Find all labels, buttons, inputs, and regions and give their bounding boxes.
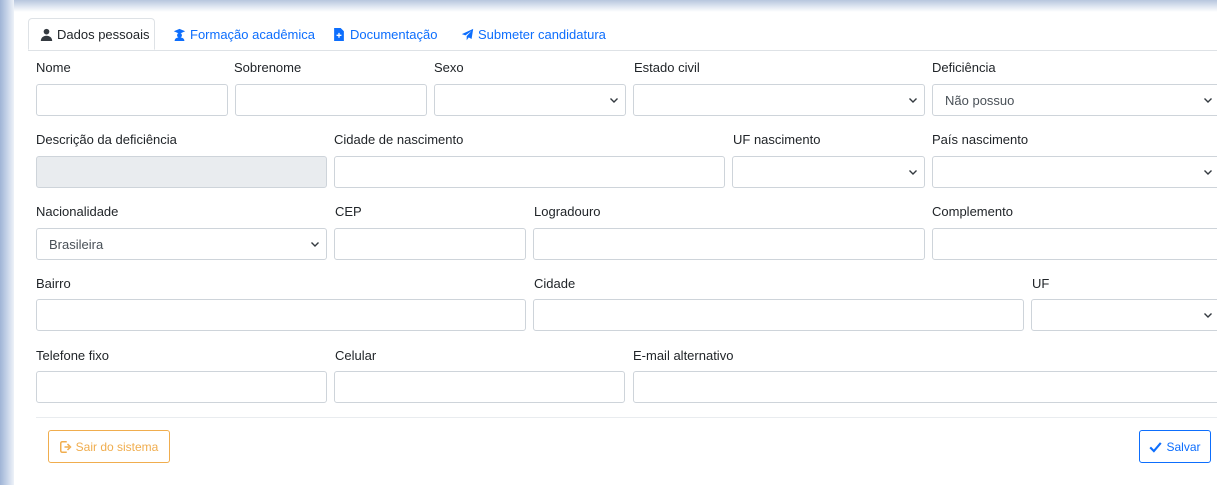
chevron-down-icon xyxy=(1204,170,1212,175)
tab-label: Dados pessoais xyxy=(57,26,150,42)
tab-bar: Dados pessoais Formação acadêmica Docume… xyxy=(28,18,1217,51)
salvar-button[interactable]: Salvar xyxy=(1139,430,1211,463)
cidade-nascimento-field[interactable] xyxy=(334,156,725,188)
cidade-nascimento-label: Cidade de nascimento xyxy=(334,132,464,147)
tab-dados-pessoais[interactable]: Dados pessoais xyxy=(28,18,155,50)
deficiencia-value: Não possuo xyxy=(945,92,1015,108)
tab-label: Submeter candidatura xyxy=(478,26,606,42)
estado-civil-select[interactable] xyxy=(633,84,925,116)
window-frame-left xyxy=(0,0,14,485)
email-alternativo-label: E-mail alternativo xyxy=(633,348,734,363)
candidate-form-page: Dados pessoais Formação acadêmica Docume… xyxy=(24,14,1217,485)
cep-field[interactable] xyxy=(334,228,526,260)
telefone-fixo-label: Telefone fixo xyxy=(36,348,109,363)
chevron-down-icon xyxy=(1204,98,1212,103)
tab-formacao-academica[interactable]: Formação acadêmica xyxy=(172,18,315,50)
sobrenome-field[interactable] xyxy=(235,84,427,116)
uf-nascimento-label: UF nascimento xyxy=(733,132,821,147)
pais-nascimento-label: País nascimento xyxy=(932,132,1029,147)
chevron-down-icon xyxy=(909,170,917,175)
tab-label: Formação acadêmica xyxy=(190,26,315,42)
sair-button-label: Sair do sistema xyxy=(75,439,159,454)
bairro-label: Bairro xyxy=(36,276,71,291)
sexo-select[interactable] xyxy=(434,84,626,116)
nome-label: Nome xyxy=(36,60,71,75)
tab-documentacao[interactable]: Documentação xyxy=(332,18,437,50)
celular-label: Celular xyxy=(335,348,377,363)
descricao-deficiencia-label: Descrição da deficiência xyxy=(36,132,177,147)
estado-civil-label: Estado civil xyxy=(634,60,700,75)
salvar-button-label: Salvar xyxy=(1166,439,1201,454)
chevron-down-icon xyxy=(909,98,917,103)
cep-label: CEP xyxy=(335,204,362,219)
nacionalidade-select[interactable]: Brasileira xyxy=(36,228,327,260)
cidade-label: Cidade xyxy=(534,276,576,291)
cidade-field[interactable] xyxy=(533,299,1024,331)
tab-submeter-candidatura[interactable]: Submeter candidatura xyxy=(460,18,606,50)
email-alternativo-field[interactable] xyxy=(633,371,1217,403)
sair-do-sistema-button[interactable]: Sair do sistema xyxy=(48,430,170,463)
document-icon xyxy=(332,27,346,41)
uf-label: UF xyxy=(1032,276,1050,291)
celular-field[interactable] xyxy=(334,371,625,403)
bairro-field[interactable] xyxy=(36,299,526,331)
descricao-deficiencia-field xyxy=(36,156,327,188)
nome-field[interactable] xyxy=(36,84,228,116)
complemento-label: Complemento xyxy=(932,204,1013,219)
nacionalidade-value: Brasileira xyxy=(49,236,104,252)
graduate-icon xyxy=(172,27,186,41)
deficiencia-label: Deficiência xyxy=(932,60,996,75)
footer-divider xyxy=(36,417,1217,418)
user-icon xyxy=(39,27,53,41)
sexo-label: Sexo xyxy=(434,60,464,75)
logradouro-field[interactable] xyxy=(533,228,925,260)
nacionalidade-label: Nacionalidade xyxy=(36,204,119,219)
telefone-fixo-field[interactable] xyxy=(36,371,327,403)
chevron-down-icon xyxy=(610,98,618,103)
uf-nascimento-select[interactable] xyxy=(732,156,925,188)
sobrenome-label: Sobrenome xyxy=(234,60,302,75)
logradouro-label: Logradouro xyxy=(534,204,601,219)
complemento-field[interactable] xyxy=(932,228,1217,260)
sign-out-icon xyxy=(59,440,72,453)
chevron-down-icon xyxy=(1204,313,1212,318)
deficiencia-select[interactable]: Não possuo xyxy=(932,84,1217,116)
uf-select[interactable] xyxy=(1031,299,1217,331)
chevron-down-icon xyxy=(311,242,319,247)
window-frame-top xyxy=(14,0,1217,12)
check-icon xyxy=(1149,441,1163,453)
tab-label: Documentação xyxy=(350,26,438,42)
paper-plane-icon xyxy=(460,27,474,41)
pais-nascimento-select[interactable] xyxy=(932,156,1217,188)
